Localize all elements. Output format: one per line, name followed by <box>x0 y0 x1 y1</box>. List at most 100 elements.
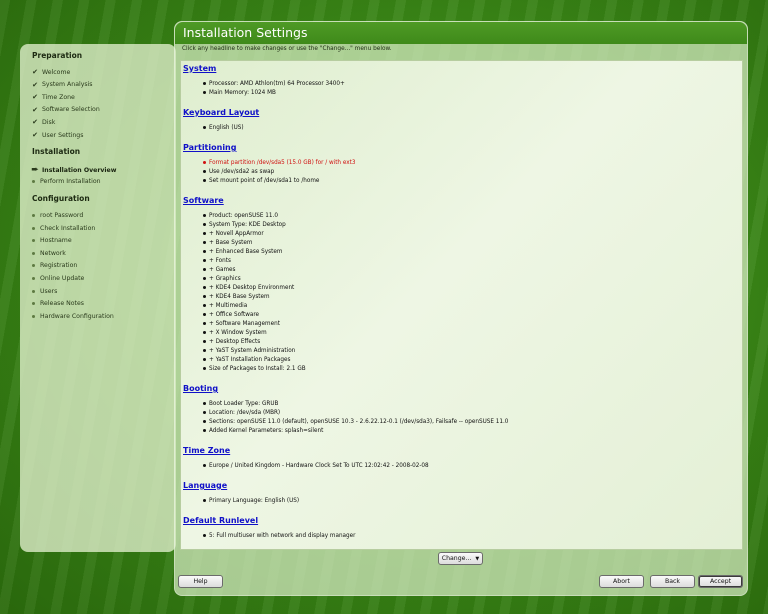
summary-item-text: + Desktop Effects <box>209 339 261 345</box>
sidebar-step-label: Check Installation <box>40 224 96 232</box>
bullet-icon <box>203 259 206 262</box>
sidebar-step: ✔ User Settings <box>28 131 83 139</box>
summary-item-text: Boot Loader Type: GRUB <box>209 401 279 407</box>
bullet-icon <box>203 241 206 244</box>
section-heading-link[interactable]: Partitioning <box>183 143 236 152</box>
section-heading-link[interactable]: System <box>183 64 216 73</box>
summary-item-text: + X Window System <box>209 330 267 336</box>
sidebar-step: ✔ System Analysis <box>28 80 93 89</box>
summary-item: + YaST Installation Packages <box>203 357 291 363</box>
summary-item-text: Format partition /dev/sda5 (15.0 GB) for… <box>209 160 356 166</box>
summary-item: + Graphics <box>203 276 241 282</box>
sidebar-step: Perform Installation <box>28 178 101 185</box>
accept-button[interactable]: Accept <box>698 575 743 588</box>
summary-item: Primary Language: English (US) <box>203 498 299 504</box>
sidebar-step-label: Hostname <box>40 237 72 245</box>
summary-item-text: + YaST System Administration <box>209 348 296 354</box>
sidebar-step: ✔ Software Selection <box>28 106 100 114</box>
bullet-icon <box>203 295 206 298</box>
check-icon: ✔ <box>32 68 38 76</box>
sidebar-step-label: System Analysis <box>42 81 93 89</box>
section-heading-link[interactable]: Software <box>183 196 224 205</box>
sidebar-step: Check Installation <box>28 225 95 232</box>
summary-item: Format partition /dev/sda5 (15.0 GB) for… <box>203 160 355 166</box>
bullet-icon <box>203 126 206 129</box>
bullet-icon <box>32 264 35 268</box>
section-heading-link[interactable]: Time Zone <box>183 446 230 455</box>
sidebar-step: ✔ Welcome <box>28 68 70 76</box>
summary-item: English (US) <box>203 125 244 131</box>
summary-item: + X Window System <box>203 330 267 336</box>
section-heading-link[interactable]: Booting <box>183 384 218 393</box>
summary-item: Main Memory: 1024 MB <box>203 90 276 96</box>
bullet-icon <box>203 429 206 432</box>
summary-item-text: + Enhanced Base System <box>209 249 283 255</box>
section-heading-link[interactable]: Default Runlevel <box>183 516 258 525</box>
summary-item: + Fonts <box>203 258 231 264</box>
summary-item: + YaST System Administration <box>203 348 295 354</box>
sidebar-step: ✔ Time Zone <box>28 93 75 101</box>
settings-summary: System Processor: AMD Athlon(tm) 64 Proce… <box>180 60 743 550</box>
summary-item-text: 5: Full multiuser with network and displ… <box>209 533 356 539</box>
bullet-icon <box>203 340 206 343</box>
summary-item: Processor: AMD Athlon(tm) 64 Processor 3… <box>203 81 345 87</box>
bullet-icon <box>203 420 206 423</box>
sidebar-step: Users <box>28 288 57 295</box>
summary-item-text: Added Kernel Parameters: splash=silent <box>209 428 324 434</box>
summary-item-text: + KDE4 Desktop Environment <box>209 285 295 291</box>
section-heading-link[interactable]: Language <box>183 481 227 490</box>
summary-item: Europe / United Kingdom - Hardware Clock… <box>203 463 429 469</box>
sidebar-step-label: Registration <box>40 262 78 270</box>
bullet-icon <box>32 239 35 243</box>
bullet-icon <box>32 289 35 293</box>
summary-item: Use /dev/sda2 as swap <box>203 169 274 175</box>
summary-item-text: Main Memory: 1024 MB <box>209 90 276 96</box>
page-title: Installation Settings <box>183 25 308 40</box>
sidebar-step-label: Software Selection <box>42 106 100 114</box>
hint-text: Click any headline to make changes or us… <box>182 46 392 52</box>
bullet-icon <box>32 251 35 255</box>
sidebar-step: ➨ Installation Overview <box>28 165 116 175</box>
bullet-icon <box>203 268 206 271</box>
bullet-icon <box>32 179 35 183</box>
bullet-icon <box>203 464 206 467</box>
change-menu-button[interactable]: Change... ▼ <box>438 552 483 565</box>
bullet-icon <box>203 402 206 405</box>
summary-item: + Office Software <box>203 312 259 318</box>
bullet-icon <box>203 534 206 537</box>
summary-item: + Games <box>203 267 235 273</box>
summary-item: Set mount point of /dev/sda1 to /home <box>203 178 319 184</box>
summary-item: Boot Loader Type: GRUB <box>203 401 278 407</box>
summary-item-text: System Type: KDE Desktop <box>209 222 286 228</box>
summary-item-text: + Base System <box>209 240 253 246</box>
abort-button[interactable]: Abort <box>599 575 644 588</box>
bullet-icon <box>203 170 206 173</box>
summary-item-text: Primary Language: English (US) <box>209 498 300 504</box>
sidebar-section-title: Configuration <box>32 194 90 203</box>
sidebar-step-label: Online Update <box>40 275 85 282</box>
summary-item: System Type: KDE Desktop <box>203 222 286 228</box>
check-icon: ✔ <box>32 80 38 89</box>
summary-item: Product: openSUSE 11.0 <box>203 213 278 219</box>
summary-item: + Base System <box>203 240 252 246</box>
summary-item: + Novell AppArmor <box>203 231 264 237</box>
summary-item: + KDE4 Base System <box>203 294 270 300</box>
bullet-icon <box>203 331 206 334</box>
arrow-right-icon: ➨ <box>31 165 39 175</box>
summary-item: Sections: openSUSE 11.0 (default), openS… <box>203 419 508 425</box>
check-icon: ✔ <box>32 105 38 114</box>
change-button-label: Change... <box>441 555 472 562</box>
bullet-icon <box>203 214 206 217</box>
summary-item: + KDE4 Desktop Environment <box>203 285 294 291</box>
sidebar-step-label: User Settings <box>42 131 84 139</box>
bullet-icon <box>203 313 206 316</box>
back-button[interactable]: Back <box>650 575 695 588</box>
summary-item: + Enhanced Base System <box>203 249 282 255</box>
section-heading-link[interactable]: Keyboard Layout <box>183 108 259 117</box>
bullet-icon <box>32 302 35 306</box>
help-button[interactable]: Help <box>178 575 223 588</box>
summary-item: + Software Management <box>203 321 280 327</box>
summary-item-text: + KDE4 Base System <box>209 294 270 300</box>
bullet-icon <box>203 367 206 370</box>
bullet-icon <box>203 358 206 361</box>
